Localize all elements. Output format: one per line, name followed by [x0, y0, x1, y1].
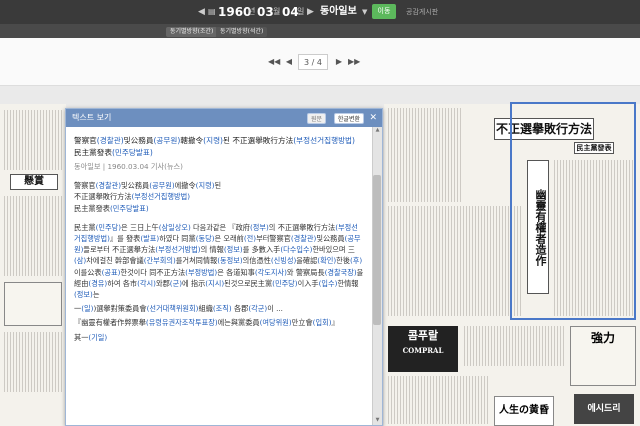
- text-view-panel: 텍스트 보기 원문 한글변환 ✕ 警察官(경찰관)및公務員(공무원)轄撤令(지령…: [65, 108, 383, 426]
- next-page-button[interactable]: ▶: [334, 54, 344, 70]
- photo-box: [4, 282, 62, 326]
- article-line-7: 其一(기일): [74, 332, 108, 342]
- ad-strong-title: 強力: [590, 331, 615, 345]
- board-link[interactable]: 공감게시판: [406, 0, 438, 24]
- panel-title: 텍스트 보기: [72, 113, 112, 122]
- ad-compral: 콤푸랄 COMPRAL: [388, 326, 458, 372]
- tab-evening[interactable]: 동기별방향(석간): [216, 27, 268, 37]
- prev-date-button[interactable]: ◀: [198, 0, 205, 24]
- next-date-button[interactable]: ▶: [307, 0, 314, 24]
- selected-article-frame[interactable]: [510, 102, 636, 320]
- year-value[interactable]: 1960: [218, 0, 251, 24]
- scroll-down-icon[interactable]: ▼: [373, 417, 382, 425]
- newspaper-select[interactable]: 동아일보: [320, 0, 357, 24]
- article-meta: 동아일보 | 1960.03.04 기사(뉴스): [74, 162, 183, 171]
- ad-box-life: 人生の黄昏: [494, 396, 554, 426]
- total-pages: 4: [316, 58, 322, 67]
- article-line-5: 一(일))選擧對策委員會(선거대책위원회)組織(조직) 各郡(각군)이 ...: [74, 304, 283, 314]
- ad-compral-sub: COMPRAL: [402, 346, 444, 355]
- close-icon[interactable]: ✕: [369, 109, 377, 127]
- year-unit: 년: [248, 7, 256, 16]
- ad-life-title: 人生の黄昏: [499, 405, 549, 416]
- last-page-button[interactable]: ▶▶: [348, 54, 360, 70]
- top-toolbar: ◀ ▤ 1960 년 03 월 04 일 ▶ 동아일보 ▼ 이동 공감게시판: [0, 0, 640, 24]
- article-line-2: 不正選擧敗行方法(부정선거집행방법): [74, 192, 191, 202]
- go-button[interactable]: 이동: [372, 4, 396, 19]
- newspaper-right-page[interactable]: 不正選擧敗行方法 民主黨發表 幽靈有權者造作 콤푸랄 COMPRAL 強力 人生…: [384, 102, 640, 426]
- tab-morning[interactable]: 동기별방향(조간): [166, 27, 218, 37]
- ad-compral-title: 콤푸랄: [407, 329, 439, 342]
- chevron-down-icon[interactable]: ▼: [362, 0, 367, 24]
- ad-acid: 에시드리: [574, 394, 634, 424]
- panel-content: 警察官(경찰관)및公務員(공무원)轄撤令(지령)된 不正選擧敗行方法(부정선거집…: [66, 127, 372, 425]
- month-unit: 월: [273, 7, 281, 16]
- panel-header: 텍스트 보기 원문 한글변환 ✕: [66, 109, 382, 127]
- panel-scrollbar[interactable]: ▲ ▼: [372, 127, 382, 425]
- left-headline: 懸賞: [10, 174, 58, 190]
- scroll-up-icon[interactable]: ▲: [373, 127, 382, 135]
- ad-box-strong: 強力: [570, 326, 636, 386]
- article-line-3: 民主黨發表(민주당발표): [74, 203, 149, 213]
- current-page: 3: [304, 58, 310, 67]
- month-value[interactable]: 03: [257, 0, 274, 24]
- newspaper-left-page[interactable]: 懸賞: [0, 104, 66, 426]
- day-unit: 일: [297, 7, 305, 16]
- scrollbar-thumb[interactable]: [373, 175, 381, 325]
- article-line-6: 『幽靈有權者作弊票擧(유령유권자조작투표장)에는與黨委員(여당위원)만立會(입회…: [74, 318, 339, 328]
- prev-page-button[interactable]: ◀: [284, 54, 294, 70]
- page-slash: /: [311, 58, 315, 67]
- article-headline: 警察官(경찰관)및公務員(공무원)轄撤令(지령)된 不正選擧敗行方法(부정선거집…: [74, 136, 356, 157]
- calendar-icon[interactable]: ▤: [208, 0, 216, 24]
- original-text-button[interactable]: 원문: [306, 113, 326, 124]
- page-navigator: ◀◀ ◀ 3 / 4 ▶ ▶▶: [0, 38, 640, 86]
- article-paragraph: 民主黨(민주당)은 三日上午(삼일상오) 다음과같은 『政府(정부)의 不正選擧…: [74, 222, 364, 300]
- hangul-convert-button[interactable]: 한글변환: [333, 113, 364, 124]
- page-indicator: 3 / 4: [298, 54, 328, 70]
- edition-tabs: 동기별방향(조간) 동기별방향(석간): [0, 24, 640, 38]
- first-page-button[interactable]: ◀◀: [268, 54, 280, 70]
- article-line-1: 警察官(경찰관)및公務員(공무원)에撤令(지령)된: [74, 181, 222, 191]
